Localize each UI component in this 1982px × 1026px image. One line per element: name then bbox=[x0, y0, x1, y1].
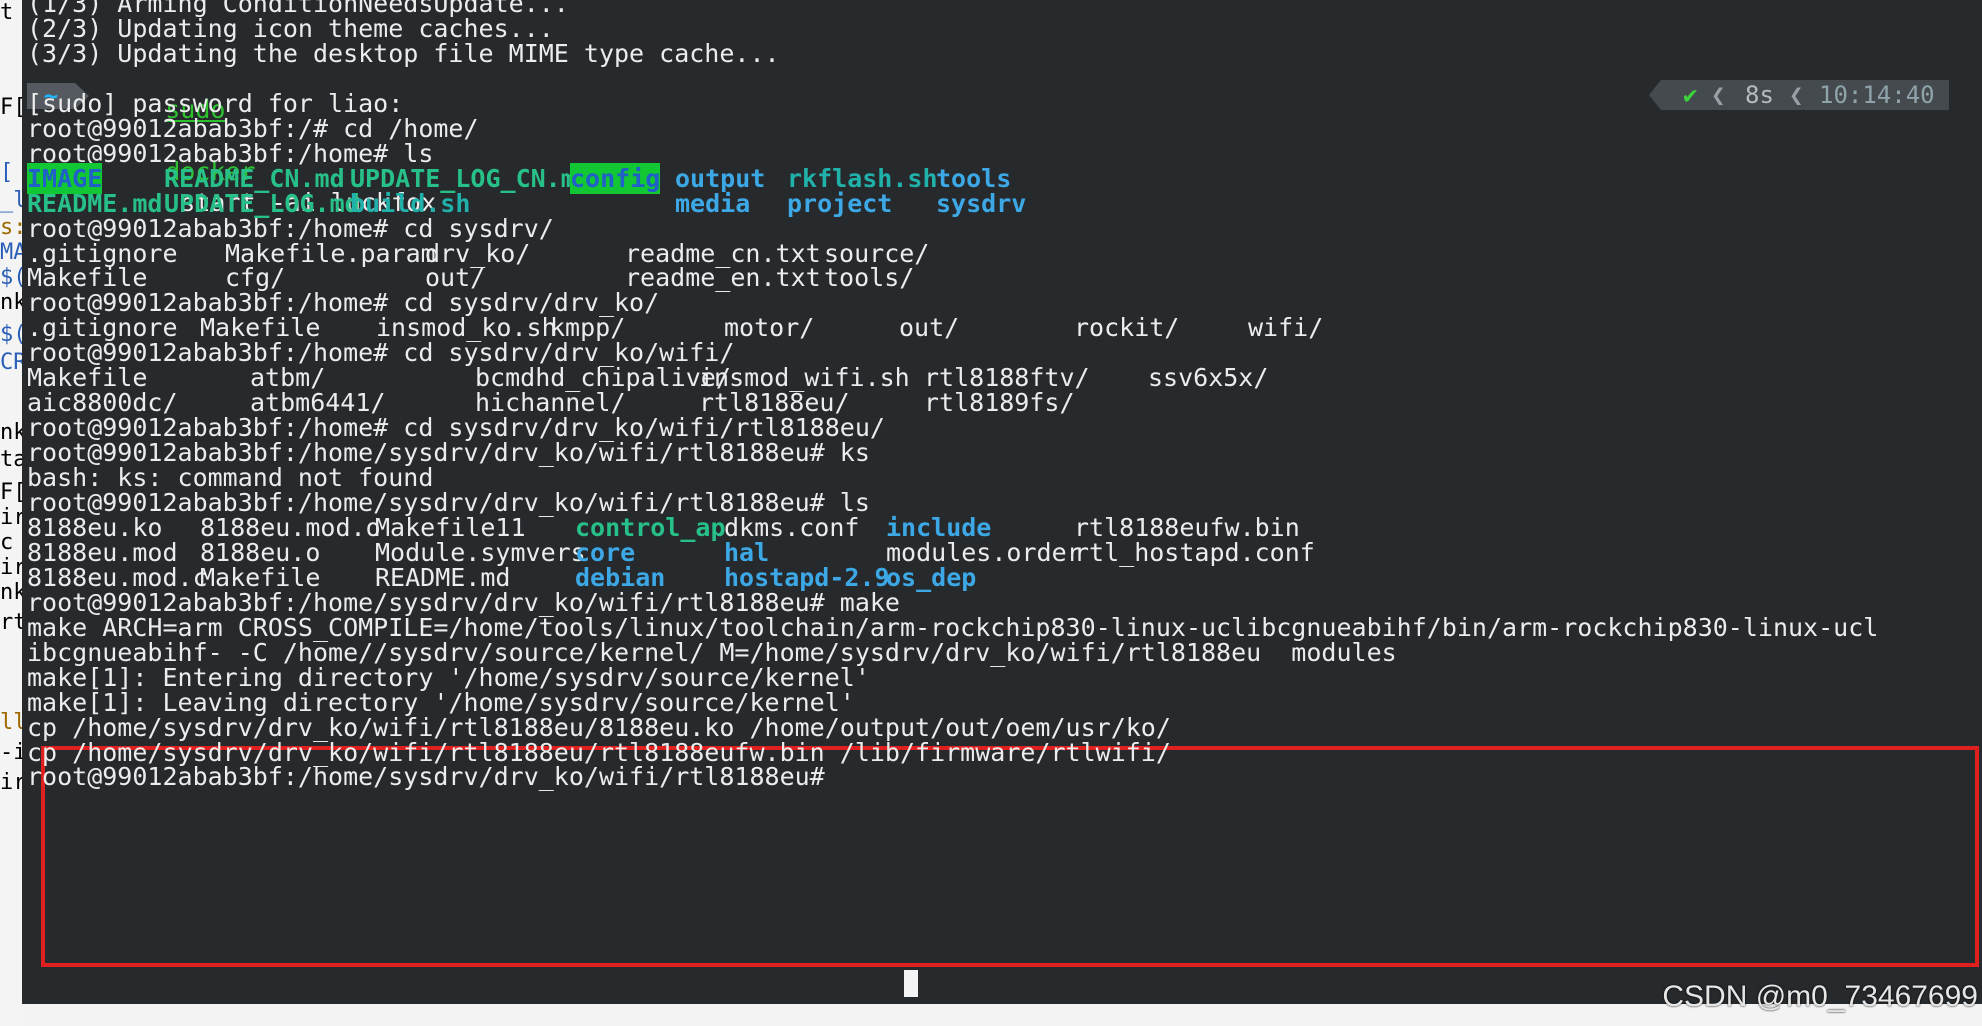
ls-entry: hichannel/ bbox=[475, 388, 626, 418]
background-code-fragment: $( bbox=[0, 322, 22, 347]
ls-entry: debian bbox=[575, 562, 666, 592]
background-code-fragment: [ bbox=[0, 160, 14, 185]
ls-entry: UPDATE_LOG.md bbox=[164, 188, 360, 218]
ls-entry: project bbox=[787, 188, 893, 218]
terminal-window[interactable]: ~ sudo docker start -ai luckfox ✔ ❮ 8s ❮… bbox=[22, 0, 1982, 1026]
ls-entry: kmpp/ bbox=[550, 313, 626, 343]
ls-entry: out/ bbox=[899, 313, 960, 343]
terminal-line: (3/3) Updating the desktop file MIME typ… bbox=[27, 38, 780, 69]
ls-entry: motor/ bbox=[724, 313, 815, 343]
ls-output-row: .gitignore Makefile insmod_ko.sh kmpp/motor… bbox=[22, 312, 1922, 343]
status-separator-icon: ❮ bbox=[1711, 81, 1726, 109]
ls-entry: README.md bbox=[27, 188, 163, 218]
ls-output-row: Makefile cfg/out/readme_en.txt tools/ bbox=[22, 262, 1922, 293]
background-code-fragment: ir bbox=[0, 555, 22, 580]
status-separator-icon: ❮ bbox=[1789, 81, 1804, 109]
background-code-fragment: t bbox=[0, 0, 14, 25]
command-duration: 8s bbox=[1745, 81, 1774, 109]
ls-entry: .gitignore bbox=[27, 313, 178, 343]
background-code-fragment: s: bbox=[0, 215, 22, 240]
ls-entry: out/ bbox=[425, 263, 486, 293]
background-code-fragment: ir bbox=[0, 505, 22, 530]
ls-entry: rtl8189fs/ bbox=[924, 388, 1075, 418]
ls-entry: sysdrv bbox=[936, 188, 1027, 218]
watermark: CSDN @m0_73467699 bbox=[1662, 980, 1978, 1013]
ls-entry: Makefile bbox=[200, 562, 321, 592]
ls-entry: atbm6441/ bbox=[250, 388, 386, 418]
ls-entry: Makefile bbox=[200, 313, 321, 343]
ls-entry: cfg/ bbox=[225, 263, 286, 293]
terminal-text: (3/3) Updating the desktop file MIME typ… bbox=[27, 38, 780, 68]
terminal-cursor bbox=[904, 970, 918, 997]
ls-entry: os_dep bbox=[886, 562, 977, 592]
background-code-fragment: $( bbox=[0, 265, 22, 290]
background-code-fragment: MA bbox=[0, 240, 22, 265]
ls-entry: aic8800dc/ bbox=[27, 388, 178, 418]
ls-entry: Makefile bbox=[27, 263, 148, 293]
background-code-fragment: F[ bbox=[0, 480, 22, 505]
background-code-fragment: ta bbox=[0, 447, 22, 472]
background-code-fragment: nk bbox=[0, 580, 22, 605]
ls-entry: readme_en.txt bbox=[625, 263, 821, 293]
background-code-fragment: rt bbox=[0, 610, 22, 635]
ls-entry: 8188eu.mod.c bbox=[27, 562, 208, 592]
background-code-fragment: nk bbox=[0, 290, 22, 315]
ls-entry: insmod_ko.sh bbox=[376, 313, 557, 343]
ls-entry: wifi/ bbox=[1248, 313, 1324, 343]
background-code-fragment: F[ bbox=[0, 95, 22, 120]
ls-entry: rockit/ bbox=[1074, 313, 1180, 343]
ls-entry: media bbox=[675, 188, 751, 218]
terminal-line: root@99012abab3bf:/home/sysdrv/drv_ko/wi… bbox=[27, 761, 840, 792]
ls-entry: hostapd-2.9 bbox=[724, 562, 890, 592]
ls-entry: tools/ bbox=[824, 263, 915, 293]
background-code-fragment: nk bbox=[0, 420, 22, 445]
background-code-fragment: _l bbox=[0, 188, 22, 213]
background-code-fragment: CR bbox=[0, 350, 22, 375]
ls-output-row: README.md UPDATE_LOG.md build.sh media proje… bbox=[22, 188, 1922, 219]
background-editor-window[interactable]: tF[[_ls:MA$(nk$(CRnktaF[ircirnkrtll:-iir bbox=[0, 0, 23, 1026]
ls-output-row: aic8800dc/atbm6441/hichannel/rtl8188eu/r… bbox=[22, 387, 1922, 418]
success-check-icon: ✔ bbox=[1683, 81, 1698, 109]
background-code-fragment: ir bbox=[0, 770, 22, 795]
ls-entry: rtl8188eu/ bbox=[699, 388, 850, 418]
ls-entry: build.sh bbox=[350, 188, 471, 218]
ls-entry: README.md bbox=[375, 562, 511, 592]
ls-output-row: 8188eu.mod.c Makefile README.md debian hosta… bbox=[22, 562, 1922, 593]
command-time: 10:14:40 bbox=[1819, 81, 1935, 109]
background-code-fragment: c bbox=[0, 530, 14, 555]
terminal-text: root@99012abab3bf:/home/sysdrv/drv_ko/wi… bbox=[27, 762, 840, 792]
background-code-fragment: ll: bbox=[0, 710, 22, 735]
background-code-fragment: -i bbox=[0, 740, 22, 765]
prompt-status-segment: ✔ ❮ 8s ❮ 10:14:40 bbox=[1649, 80, 1949, 110]
